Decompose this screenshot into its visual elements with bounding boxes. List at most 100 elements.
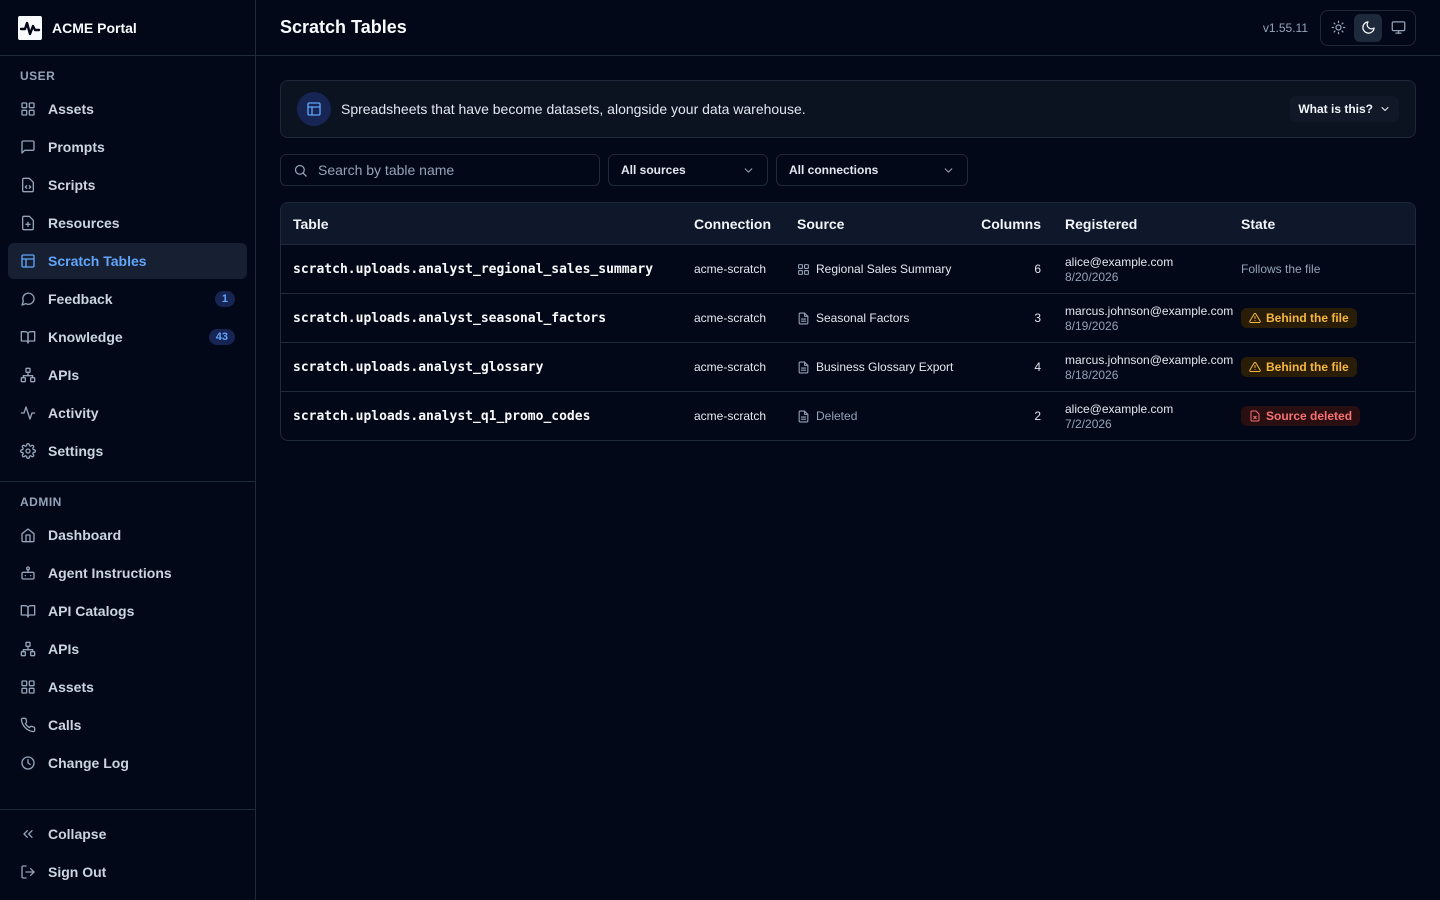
acme-logo-icon: [18, 15, 42, 40]
network-icon: [20, 367, 36, 383]
spreadsheet-file-icon: [797, 410, 810, 423]
spreadsheet-file-icon: [797, 312, 810, 325]
registered-date: 7/2/2026: [1065, 416, 1112, 431]
sidebar-admin-item-dashboard[interactable]: Dashboard: [8, 517, 247, 553]
source-cell[interactable]: Business Glossary Export: [797, 360, 981, 374]
state-cell: Behind the file: [1241, 308, 1415, 328]
source-cell[interactable]: Regional Sales Summary: [797, 262, 981, 276]
theme-toggle: [1320, 9, 1416, 46]
light-theme-button[interactable]: [1324, 14, 1352, 42]
registered-by: marcus.johnson@example.com: [1065, 352, 1234, 367]
source-cell[interactable]: Deleted: [797, 409, 981, 423]
sidebar-item-prompts[interactable]: Prompts: [8, 129, 247, 165]
spreadsheet-file-icon: [797, 361, 810, 374]
table-row[interactable]: scratch.uploads.analyst_q1_promo_codes ac…: [281, 391, 1415, 440]
chevron-down-icon: [1379, 103, 1391, 115]
sidebar-item-scripts[interactable]: Scripts: [8, 167, 247, 203]
table-row[interactable]: scratch.uploads.analyst_seasonal_factors…: [281, 293, 1415, 342]
collapse-button[interactable]: Collapse: [8, 816, 247, 852]
col-header-state[interactable]: State: [1241, 216, 1415, 232]
nav-item-label: Prompts: [48, 139, 105, 155]
page-title: Scratch Tables: [280, 17, 407, 37]
sidebar-item-resources[interactable]: Resources: [8, 205, 247, 241]
sidebar-admin-item-change-log[interactable]: Change Log: [8, 745, 247, 781]
sidebar-admin-item-agent-instructions[interactable]: Agent Instructions: [8, 555, 247, 591]
topbar-right: v1.55.11: [1263, 9, 1416, 46]
clock-icon: [20, 755, 36, 771]
connection-cell: acme-scratch: [694, 409, 767, 423]
columns-count: 4: [1034, 360, 1041, 374]
table-name[interactable]: scratch.uploads.analyst_seasonal_factors: [293, 311, 606, 326]
table-name[interactable]: scratch.uploads.analyst_glossary: [293, 360, 543, 375]
source-cell[interactable]: Seasonal Factors: [797, 311, 981, 325]
status-text: Behind the file: [1266, 360, 1349, 374]
book-open-icon: [20, 603, 36, 619]
columns-count: 2: [1034, 409, 1041, 423]
source-name: Business Glossary Export: [816, 360, 954, 374]
col-header-columns[interactable]: Columns: [981, 216, 1041, 232]
home-icon: [20, 527, 36, 543]
sidebar-item-knowledge[interactable]: Knowledge 43: [8, 319, 247, 355]
main: Scratch Tables v1.55.11 Spreadsheets tha…: [256, 0, 1440, 900]
col-header-registered[interactable]: Registered: [1041, 216, 1241, 232]
sidebar-item-assets[interactable]: Assets: [8, 91, 247, 127]
nav: USER Assets Prompts Scripts Resources Scratc…: [0, 56, 255, 809]
nav-item-label: Dashboard: [48, 527, 122, 543]
phone-icon: [20, 717, 36, 733]
state-cell: Behind the file: [1241, 357, 1415, 377]
sidebar-admin-item-api-catalogs[interactable]: API Catalogs: [8, 593, 247, 629]
gear-icon: [20, 443, 36, 459]
search-icon: [293, 163, 308, 178]
registered-by: alice@example.com: [1065, 254, 1174, 269]
status-badge: Behind the file: [1241, 308, 1357, 328]
col-header-connection[interactable]: Connection: [694, 216, 797, 232]
brand[interactable]: ACME Portal: [0, 0, 255, 56]
sidebar-admin-item-calls[interactable]: Calls: [8, 707, 247, 743]
sources-select[interactable]: All sources: [608, 154, 768, 186]
what-is-this-button[interactable]: What is this?: [1290, 96, 1399, 122]
sign-out-label: Sign Out: [48, 864, 107, 880]
registered-date: 8/18/2026: [1065, 367, 1119, 382]
sidebar-item-apis[interactable]: APIs: [8, 357, 247, 393]
count-badge: 43: [208, 329, 235, 345]
connections-select[interactable]: All connections: [776, 154, 968, 186]
sidebar-admin-item-assets[interactable]: Assets: [8, 669, 247, 705]
nav-item-label: Settings: [48, 443, 104, 459]
sign-out-button[interactable]: Sign Out: [8, 854, 247, 890]
grid-icon: [20, 101, 36, 117]
sources-select-value: All sources: [621, 163, 686, 177]
connection-cell: acme-scratch: [694, 311, 767, 325]
col-header-table[interactable]: Table: [281, 216, 694, 232]
col-header-source[interactable]: Source: [797, 216, 981, 232]
bot-icon: [20, 565, 36, 581]
table-name[interactable]: scratch.uploads.analyst_q1_promo_codes: [293, 409, 590, 424]
sidebar-item-feedback[interactable]: Feedback 1: [8, 281, 247, 317]
sidebar-admin-item-apis[interactable]: APIs: [8, 631, 247, 667]
sidebar-item-scratch-tables[interactable]: Scratch Tables: [8, 243, 247, 279]
search-input[interactable]: [318, 162, 587, 178]
sun-icon: [1331, 20, 1346, 35]
system-theme-button[interactable]: [1384, 14, 1412, 42]
source-name: Seasonal Factors: [816, 311, 910, 325]
nav-item-label: Activity: [48, 405, 99, 421]
chevron-down-icon: [942, 164, 955, 177]
connection-cell: acme-scratch: [694, 360, 767, 374]
table-name[interactable]: scratch.uploads.analyst_regional_sales_s…: [293, 262, 653, 277]
sidebar-item-activity[interactable]: Activity: [8, 395, 247, 431]
sidebar: ACME Portal USER Assets Prompts Scripts Res…: [0, 0, 256, 900]
activity-icon: [20, 405, 36, 421]
monitor-icon: [1391, 20, 1406, 35]
dark-theme-button[interactable]: [1354, 13, 1382, 42]
table-icon: [20, 253, 36, 269]
table-row[interactable]: scratch.uploads.analyst_glossary acme-scr…: [281, 342, 1415, 391]
content: Spreadsheets that have become datasets, …: [256, 56, 1440, 465]
connections-select-value: All connections: [789, 163, 879, 177]
status-badge: Source deleted: [1241, 406, 1361, 426]
status-text: Behind the file: [1266, 311, 1349, 325]
registered-cell: alice@example.com 7/2/2026: [1041, 402, 1241, 431]
table-row[interactable]: scratch.uploads.analyst_regional_sales_s…: [281, 244, 1415, 293]
sidebar-item-settings[interactable]: Settings: [8, 433, 247, 469]
registered-cell: marcus.johnson@example.com 8/18/2026: [1041, 353, 1241, 382]
network-icon: [20, 641, 36, 657]
grid-icon: [20, 679, 36, 695]
